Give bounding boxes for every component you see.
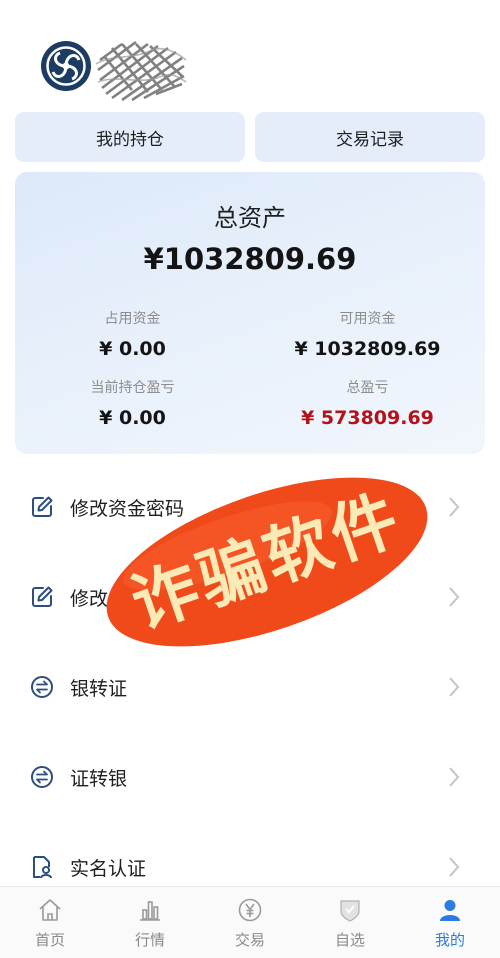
available-funds: 可用资金 ¥ 1032809.69	[250, 308, 485, 360]
position-profit-loss-value: ¥ 0.00	[99, 407, 166, 429]
nav-label: 首页	[34, 931, 65, 949]
menu-item-label: 实名认证	[70, 858, 147, 880]
nav-market[interactable]: 行情	[100, 887, 200, 958]
person-icon	[440, 900, 460, 921]
transfer-icon	[31, 676, 53, 698]
home-icon	[39, 899, 61, 921]
nav-watchlist[interactable]: 自选	[300, 887, 400, 958]
account-tabs: 我的持仓 交易记录	[15, 112, 485, 162]
available-funds-value: ¥ 1032809.69	[294, 338, 441, 360]
chevron-right-icon	[449, 677, 460, 697]
occupied-funds-value: ¥ 0.00	[99, 338, 166, 360]
nav-label: 自选	[334, 931, 365, 949]
menu-item-label: 修改资金密码	[70, 498, 185, 520]
chevron-right-icon	[449, 767, 460, 787]
tab-trade-records[interactable]: 交易记录	[255, 112, 485, 162]
available-funds-label: 可用资金	[339, 311, 396, 327]
menu-item-label: 银转证	[70, 678, 128, 700]
total-profit-loss: 总盈亏 ¥ 573809.69	[250, 377, 485, 429]
menu-item-change-password[interactable]: 修改	[0, 552, 500, 642]
edit-icon	[32, 586, 53, 607]
nav-label: 交易	[234, 931, 265, 949]
app-logo	[41, 41, 91, 91]
redacted-username	[95, 40, 187, 102]
total-profit-loss-value: ¥ 573809.69	[301, 407, 434, 429]
menu-item-label: 修改	[70, 588, 109, 610]
position-profit-loss-label: 当前持仓盈亏	[90, 380, 175, 396]
bottom-nav: 首页 行情 交易 自选 我的	[0, 886, 500, 958]
nav-mine[interactable]: 我的	[400, 887, 500, 958]
occupied-funds-label: 占用资金	[104, 311, 161, 327]
menu-item-change-fund-password[interactable]: 修改资金密码	[0, 462, 500, 552]
chart-icon	[140, 901, 160, 921]
shield-icon	[340, 900, 360, 922]
chevron-right-icon	[449, 857, 460, 877]
tab-holdings[interactable]: 我的持仓	[15, 112, 245, 162]
occupied-funds: 占用资金 ¥ 0.00	[15, 308, 250, 360]
yuan-icon	[238, 898, 262, 922]
chevron-right-icon	[449, 497, 460, 517]
id-card-icon	[33, 856, 52, 879]
menu-item-securities-to-bank[interactable]: 证转银	[0, 732, 500, 822]
transfer-icon	[31, 766, 53, 788]
nav-trade[interactable]: 交易	[200, 887, 300, 958]
nav-home[interactable]: 首页	[0, 887, 100, 958]
total-assets-value: ¥1032809.69	[143, 242, 357, 276]
total-profit-loss-label: 总盈亏	[346, 380, 389, 396]
asset-summary-card: 总资产 ¥1032809.69 占用资金 ¥ 0.00 可用资金 ¥ 10328…	[15, 172, 485, 454]
edit-icon	[32, 496, 53, 517]
nav-label: 行情	[134, 931, 165, 949]
menu-item-label: 证转银	[70, 768, 128, 790]
total-assets-title: 总资产	[214, 204, 286, 232]
menu-item-bank-to-securities[interactable]: 银转证	[0, 642, 500, 732]
position-profit-loss: 当前持仓盈亏 ¥ 0.00	[15, 377, 250, 429]
header	[0, 0, 500, 110]
chevron-right-icon	[449, 587, 460, 607]
nav-label: 我的	[434, 931, 465, 949]
